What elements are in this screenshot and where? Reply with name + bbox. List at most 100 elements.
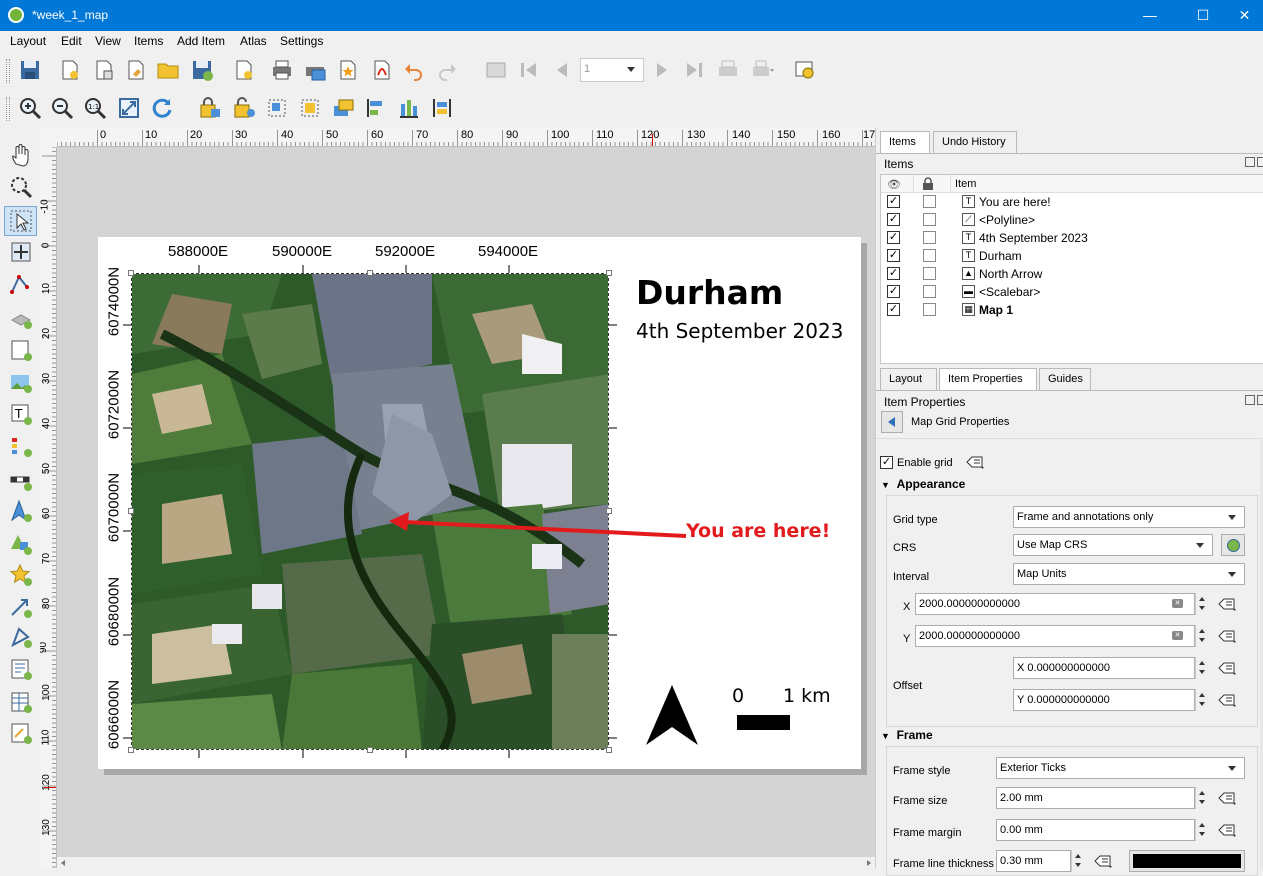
export-pdf-icon[interactable] (370, 58, 394, 82)
resize-icon[interactable] (430, 96, 454, 120)
add-scalebar-icon[interactable] (9, 468, 33, 492)
frame-size-input[interactable]: 2.00 mm (996, 787, 1195, 809)
data-defined-override-icon[interactable] (1217, 659, 1239, 677)
zoom-full-icon[interactable] (117, 96, 141, 120)
float-panel-icon[interactable] (1245, 395, 1255, 405)
print-icon[interactable] (270, 58, 294, 82)
pan-hand-icon[interactable] (9, 143, 33, 167)
interval-y-input[interactable]: 2000.000000000000 (915, 625, 1195, 647)
close-panel-icon[interactable] (1257, 395, 1263, 405)
interval-combo[interactable]: Map Units (1013, 563, 1245, 585)
atlas-preview-icon[interactable] (484, 58, 508, 82)
lock-checkbox[interactable] (923, 303, 936, 316)
add-label-icon[interactable]: T (9, 402, 33, 426)
ungroup-items-icon[interactable] (298, 96, 322, 120)
map-title[interactable]: Durham (636, 273, 783, 312)
lock-checkbox[interactable] (923, 267, 936, 280)
offset-y-spinner[interactable] (1195, 689, 1208, 711)
add-arrow-icon[interactable] (9, 595, 33, 619)
visibility-checkbox[interactable]: ✓ (887, 231, 900, 244)
new-layout-icon[interactable] (58, 58, 82, 82)
zoom-out-icon[interactable] (50, 96, 74, 120)
resize-handle[interactable] (606, 747, 612, 753)
items-tree-row[interactable]: ✓ ▲ North Arrow (881, 265, 1263, 283)
add-marker-icon[interactable] (9, 563, 33, 587)
vertical-ruler[interactable]: -10 0 10 20 30 40 50 60 70 80 90 100 110… (40, 147, 57, 868)
grid-type-combo[interactable]: Frame and annotations only (1013, 506, 1245, 528)
items-tree-row[interactable]: ✓ ▬ <Scalebar> (881, 283, 1263, 301)
layout-page[interactable]: 588000E 590000E 592000E 594000E 6074000N… (98, 237, 861, 769)
page-setup-icon[interactable] (232, 58, 256, 82)
frame-margin-input[interactable]: 0.00 mm (996, 819, 1195, 841)
add-polygon-icon[interactable] (9, 625, 33, 649)
menu-view[interactable]: View (95, 34, 121, 48)
visibility-checkbox[interactable]: ✓ (887, 249, 900, 262)
items-tree-row[interactable]: ✓ ▦ Map 1 (881, 301, 1263, 319)
zoom-actual-icon[interactable]: 1:1 (83, 96, 107, 120)
frame-margin-spinner[interactable] (1195, 819, 1208, 841)
back-button[interactable] (881, 411, 903, 433)
clear-y-icon[interactable]: ✕ (1172, 631, 1183, 640)
align-left-icon[interactable] (364, 96, 388, 120)
raise-items-icon[interactable] (331, 96, 355, 120)
items-tree-row[interactable]: ✓ T 4th September 2023 (881, 229, 1263, 247)
export-svg-icon[interactable] (336, 58, 360, 82)
lock-checkbox[interactable] (923, 195, 936, 208)
atlas-page-combo[interactable]: 1 (580, 58, 644, 82)
offset-x-spinner[interactable] (1195, 657, 1208, 679)
layout-canvas[interactable]: 588000E 590000E 592000E 594000E 6074000N… (57, 147, 875, 857)
zoom-tool-icon[interactable] (9, 175, 33, 199)
add-north-arrow-icon[interactable] (9, 499, 33, 523)
visibility-checkbox[interactable]: ✓ (887, 303, 900, 316)
crs-combo[interactable]: Use Map CRS (1013, 534, 1213, 556)
toolbar-grip[interactable] (6, 59, 10, 83)
refresh-icon[interactable] (150, 96, 174, 120)
float-panel-icon[interactable] (1245, 157, 1255, 167)
lock-checkbox[interactable] (923, 231, 936, 244)
interval-x-spinner[interactable] (1195, 593, 1208, 615)
data-defined-override-icon[interactable] (965, 453, 987, 471)
close-panel-icon[interactable] (1257, 157, 1263, 167)
visibility-checkbox[interactable]: ✓ (887, 213, 900, 226)
data-defined-override-icon[interactable] (1217, 595, 1239, 613)
data-defined-override-icon[interactable] (1217, 821, 1239, 839)
menu-items[interactable]: Items (134, 34, 163, 48)
close-button[interactable]: ✕ (1226, 0, 1263, 31)
data-defined-override-icon[interactable] (1093, 852, 1115, 870)
select-move-icon[interactable] (9, 209, 33, 233)
toolbar-grip[interactable] (6, 97, 10, 121)
export-atlas-icon[interactable] (750, 58, 774, 82)
next-feature-icon[interactable] (650, 58, 674, 82)
menu-atlas[interactable]: Atlas (240, 34, 267, 48)
menu-edit[interactable]: Edit (61, 34, 82, 48)
add-3d-map-icon[interactable] (9, 306, 33, 330)
data-defined-override-icon[interactable] (1217, 627, 1239, 645)
add-picture-icon[interactable] (9, 370, 33, 394)
add-html-icon[interactable] (9, 657, 33, 681)
you-are-here-label[interactable]: You are here! (686, 520, 830, 542)
north-arrow-icon[interactable] (644, 683, 700, 747)
items-tree-row[interactable]: ✓ T Durham (881, 247, 1263, 265)
resize-handle[interactable] (367, 747, 373, 753)
frame-line-thickness-input[interactable]: 0.30 mm (996, 850, 1071, 872)
resize-handle[interactable] (367, 270, 373, 276)
data-defined-override-icon[interactable] (1217, 691, 1239, 709)
maximize-button[interactable]: ☐ (1180, 0, 1226, 31)
menu-settings[interactable]: Settings (280, 34, 323, 48)
scroll-right-icon[interactable] (867, 860, 871, 866)
resize-handle[interactable] (128, 270, 134, 276)
frame-color-button[interactable] (1129, 850, 1245, 872)
polyline-arrow[interactable] (383, 507, 693, 547)
frame-group-header[interactable]: ▼ Frame (881, 728, 933, 742)
add-shape-icon[interactable] (9, 532, 33, 556)
horizontal-ruler[interactable]: 0 10 20 30 40 50 60 70 80 90 100 110 120… (57, 128, 875, 147)
properties-scroll-area[interactable]: ✓ Enable grid ▼ Appearance Grid type Fra… (876, 438, 1260, 876)
interval-y-spinner[interactable] (1195, 625, 1208, 647)
resize-handle[interactable] (128, 508, 134, 514)
visibility-checkbox[interactable]: ✓ (887, 195, 900, 208)
scalebar[interactable] (737, 715, 790, 730)
undo-icon[interactable] (402, 58, 426, 82)
previous-feature-icon[interactable] (550, 58, 574, 82)
offset-y-input[interactable]: Y 0.000000000000 (1013, 689, 1195, 711)
menu-add-item[interactable]: Add Item (177, 34, 225, 48)
